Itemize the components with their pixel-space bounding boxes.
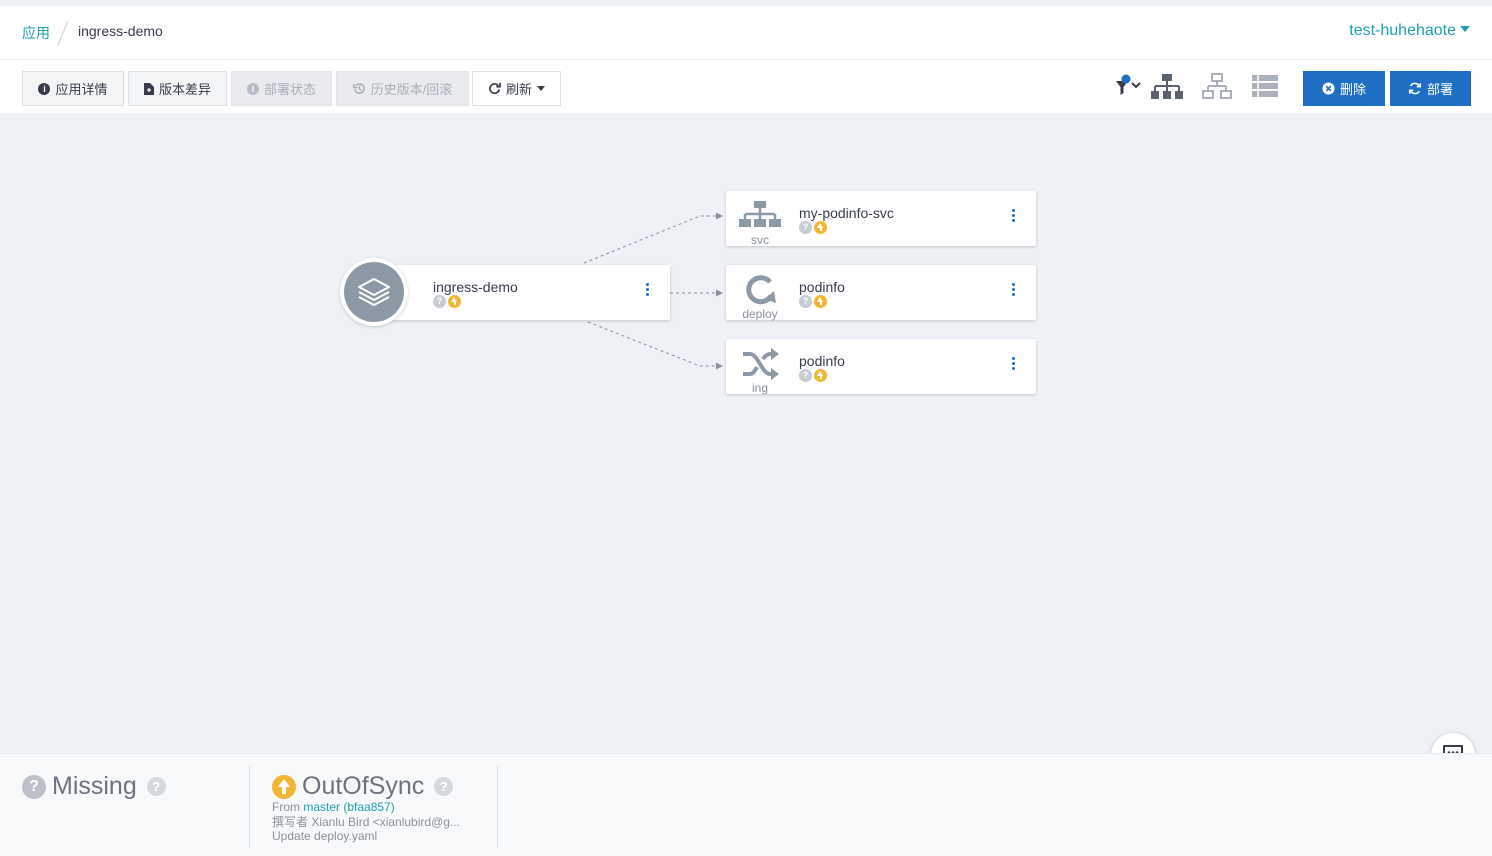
resource-node-menu-button[interactable] (1012, 209, 1016, 224)
delete-label: 删除 (1339, 82, 1366, 97)
list-view-icon[interactable] (1250, 72, 1280, 102)
app-node-menu-button[interactable] (646, 283, 650, 298)
resource-kind-label: svc (751, 233, 769, 247)
out-of-sync-icon (814, 221, 827, 234)
health-unknown-icon: ? (799, 221, 812, 234)
sitemap-icon (739, 201, 781, 227)
user-menu[interactable]: test-huhehaote (1349, 22, 1470, 40)
out-of-sync-icon (814, 369, 827, 382)
history-icon (352, 83, 365, 94)
resource-node-status: ? (799, 295, 827, 308)
from-label: From (272, 800, 300, 814)
network-view-icon[interactable] (1200, 72, 1234, 102)
arrow-circle-up-icon (272, 774, 296, 799)
app-header: 应用 ingress-demo test-huhehaote (0, 6, 1492, 60)
app-node-avatar (340, 258, 408, 326)
app-details-label: 应用详情 (55, 82, 108, 97)
arrow-head-deploy (716, 289, 723, 297)
sync-status-button[interactable]: i 部署状态 (231, 71, 332, 106)
out-of-sync-icon (814, 295, 827, 308)
health-unknown-icon: ? (433, 295, 446, 308)
resource-node-name: podinfo (799, 279, 845, 295)
history-rollback-button[interactable]: 历史版本/回滚 (336, 71, 469, 106)
view-switcher (1114, 72, 1284, 104)
arrow-head-ing (716, 362, 723, 370)
resource-node-status: ? (799, 221, 827, 234)
app-details-button[interactable]: i 应用详情 (22, 71, 124, 106)
resource-node-menu-button[interactable] (1012, 357, 1016, 372)
help-icon[interactable]: ? (146, 777, 166, 796)
status-footer: ? Missing ? OutOfSync ? From master (bfa… (0, 753, 1492, 856)
history-rollback-label: 历史版本/回滚 (370, 82, 453, 97)
redo-icon (489, 82, 501, 95)
breadcrumb-separator (57, 20, 69, 46)
commit-author: 撰写者 Xianlu Bird <xianlubird@g... (272, 814, 460, 829)
user-name: test-huhehaote (1349, 22, 1456, 39)
sync-revision-info: From master (bfaa857) 撰写者 Xianlu Bird <x… (272, 800, 482, 844)
file-icon (143, 82, 154, 95)
health-unknown-icon: ? (799, 369, 812, 382)
times-circle-icon (1322, 82, 1335, 95)
resource-node-svc[interactable]: svc my-podinfo-svc ? (726, 191, 1036, 247)
layers-icon (358, 278, 390, 306)
delete-button[interactable]: 删除 (1303, 71, 1385, 106)
health-status-label: Missing (52, 772, 137, 800)
commit-message: Update deploy.yaml (272, 829, 378, 843)
breadcrumb-applications-link[interactable]: 应用 (22, 23, 50, 43)
resource-node-status: ? (799, 369, 827, 382)
info-icon: i (38, 82, 51, 95)
sync-icon (1408, 82, 1422, 95)
refresh-icon (746, 275, 776, 305)
resource-node-menu-button[interactable] (1012, 283, 1016, 298)
app-node-name: ingress-demo (433, 279, 518, 295)
refresh-label: 刷新 (505, 82, 532, 97)
sync-status-label: OutOfSync (302, 772, 425, 800)
sync-label: 部署 (1426, 82, 1453, 97)
app-node-status: ? (433, 295, 461, 308)
app-node[interactable]: ingress-demo ? (374, 265, 670, 320)
tree-view-icon[interactable] (1150, 72, 1184, 102)
caret-down-icon (537, 86, 545, 91)
arrow-head-svc (716, 212, 723, 220)
help-icon[interactable]: ? (434, 777, 454, 796)
revision-link[interactable]: master (bfaa857) (303, 800, 394, 814)
resource-kind-label: deploy (742, 307, 778, 321)
shuffle-icon (743, 348, 779, 380)
resource-node-ing[interactable]: ing podinfo ? (726, 339, 1036, 395)
resource-node-name: my-podinfo-svc (799, 205, 894, 221)
app-diff-button[interactable]: 版本差异 (128, 71, 227, 106)
refresh-button[interactable]: 刷新 (472, 71, 561, 106)
info-icon: i (246, 82, 259, 95)
resource-tree-canvas: ingress-demo ? svc my-podinfo-svc ? depl… (0, 113, 1492, 832)
toolbar: i 应用详情 版本差异 i 部署状态 历史版本/回滚 刷新 删除 部署 (0, 60, 1492, 113)
edge-to-svc (583, 215, 716, 264)
question-circle-icon: ? (22, 774, 46, 799)
caret-down-icon (1460, 26, 1470, 32)
sync-status[interactable]: OutOfSync ? (272, 772, 454, 801)
resource-node-deploy[interactable]: deploy podinfo ? (726, 265, 1036, 321)
sync-status-label: 部署状态 (263, 82, 316, 97)
resource-kind-label: ing (751, 381, 768, 395)
filter-icon[interactable] (1114, 72, 1144, 102)
sync-button[interactable]: 部署 (1390, 71, 1471, 106)
health-unknown-icon: ? (799, 295, 812, 308)
breadcrumb-current: ingress-demo (78, 23, 163, 39)
resource-node-name: podinfo (799, 353, 845, 369)
health-status[interactable]: ? Missing ? (22, 772, 166, 801)
edge-to-ing (587, 321, 716, 367)
out-of-sync-icon (448, 295, 461, 308)
app-diff-label: 版本差异 (158, 82, 211, 97)
